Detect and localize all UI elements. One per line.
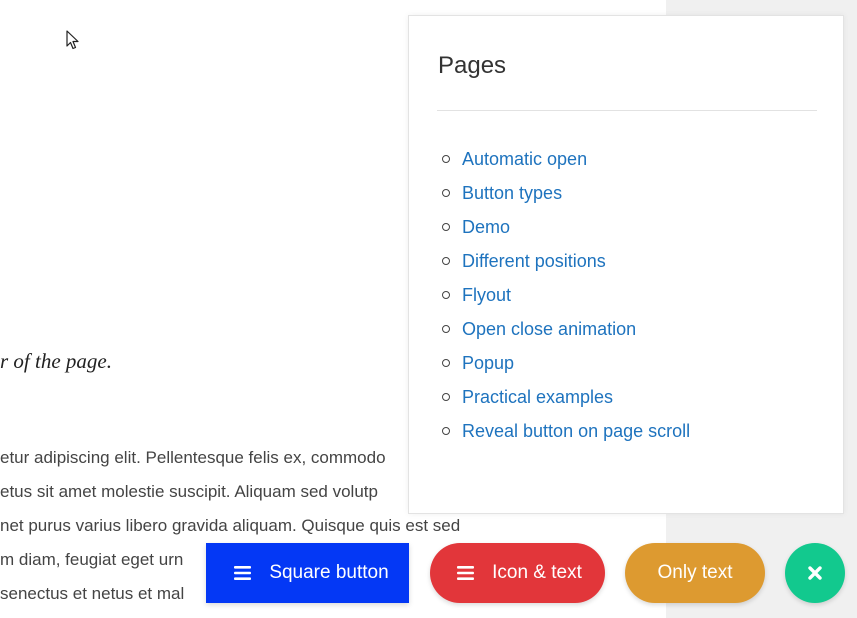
- bullet-icon: [442, 223, 450, 231]
- page-link-open-close-animation[interactable]: Open close animation: [462, 319, 636, 340]
- pages-panel: Pages Automatic open Button types Demo D…: [408, 15, 844, 514]
- bullet-icon: [442, 393, 450, 401]
- list-item: Popup: [442, 346, 690, 380]
- bullet-icon: [442, 257, 450, 265]
- bullet-icon: [442, 325, 450, 333]
- list-item: Flyout: [442, 278, 690, 312]
- page-link-different-positions[interactable]: Different positions: [462, 251, 606, 272]
- close-button[interactable]: [785, 543, 845, 603]
- page-link-reveal-button[interactable]: Reveal button on page scroll: [462, 421, 690, 442]
- list-item: Different positions: [442, 244, 690, 278]
- mouse-cursor-icon: [66, 30, 79, 50]
- only-text-button[interactable]: Only text: [625, 543, 765, 603]
- menu-icon: [457, 566, 475, 580]
- list-item: Practical examples: [442, 380, 690, 414]
- square-button[interactable]: Square button: [206, 543, 409, 603]
- only-text-button-label: Only text: [657, 562, 733, 583]
- panel-title: Pages: [438, 52, 507, 79]
- panel-divider: [437, 110, 817, 111]
- italic-text: r of the page.: [0, 349, 112, 373]
- list-item: Reveal button on page scroll: [442, 414, 690, 448]
- page-link-automatic-open[interactable]: Automatic open: [462, 149, 587, 170]
- list-item: Button types: [442, 176, 690, 210]
- page-link-flyout[interactable]: Flyout: [462, 285, 511, 306]
- icon-text-button-label: Icon & text: [492, 562, 582, 583]
- paragraph-line: net purus varius libero gravida aliquam.…: [0, 516, 461, 535]
- square-button-label: Square button: [269, 562, 389, 583]
- page-link-demo[interactable]: Demo: [462, 217, 510, 238]
- list-item: Demo: [442, 210, 690, 244]
- bullet-icon: [442, 155, 450, 163]
- page-link-button-types[interactable]: Button types: [462, 183, 562, 204]
- page-link-popup[interactable]: Popup: [462, 353, 514, 374]
- list-item: Automatic open: [442, 142, 690, 176]
- bullet-icon: [442, 189, 450, 197]
- page-link-practical-examples[interactable]: Practical examples: [462, 387, 613, 408]
- bullet-icon: [442, 427, 450, 435]
- menu-icon: [234, 566, 252, 580]
- pages-list: Automatic open Button types Demo Differe…: [442, 142, 690, 448]
- bullet-icon: [442, 291, 450, 299]
- bullet-icon: [442, 359, 450, 367]
- close-icon: [808, 566, 822, 580]
- list-item: Open close animation: [442, 312, 690, 346]
- icon-text-button[interactable]: Icon & text: [430, 543, 605, 603]
